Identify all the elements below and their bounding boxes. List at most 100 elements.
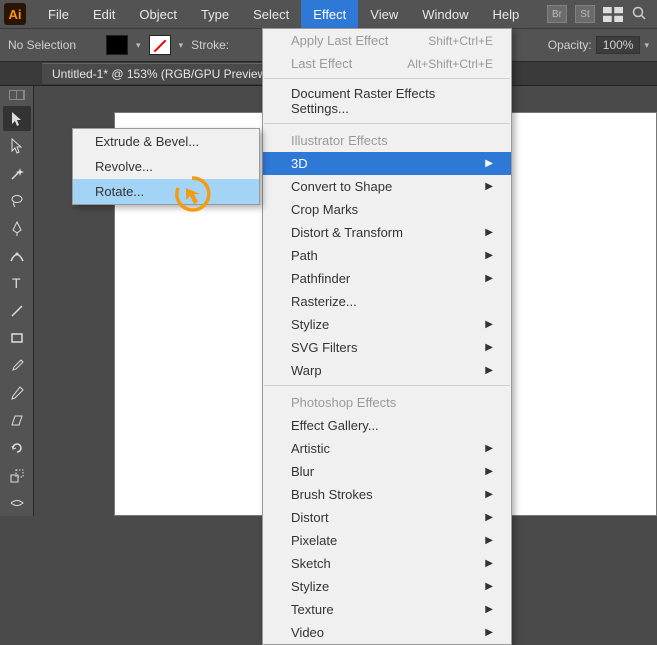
submenu-arrow-icon: ▶ [485,273,493,284]
menu-item-label: Video [291,625,324,640]
menu-rasterize[interactable]: Rasterize... [263,290,511,313]
menu-pixelate[interactable]: Pixelate ▶ [263,529,511,552]
curvature-tool[interactable] [3,243,31,268]
submenu-arrow-icon: ▶ [485,604,493,615]
submenu-3d: Extrude & Bevel... Revolve... Rotate... [72,128,260,205]
menu-pathfinder[interactable]: Pathfinder ▶ [263,267,511,290]
menu-file[interactable]: File [36,0,81,28]
submenu-arrow-icon: ▶ [485,535,493,546]
submenu-arrow-icon: ▶ [485,365,493,376]
submenu-arrow-icon: ▶ [485,443,493,454]
menu-apply-last-effect: Apply Last Effect Shift+Ctrl+E [263,29,511,52]
menu-blur[interactable]: Blur▶ [263,460,511,483]
effect-menu-dropdown: Apply Last Effect Shift+Ctrl+E Last Effe… [262,28,512,645]
menu-item-label: Pathfinder [291,271,350,286]
pencil-tool[interactable] [3,381,31,406]
menu-video[interactable]: Video ▶ [263,621,511,644]
submenu-arrow-icon: ▶ [485,342,493,353]
menu-item-label: Blur [291,464,314,479]
menu-shortcut: Shift+Ctrl+E [428,34,493,48]
lasso-tool[interactable] [3,188,31,213]
menu-raster-settings[interactable]: Document Raster Effects Settings... [263,82,511,120]
menu-convert-to-shape[interactable]: Convert to Shape ▶ [263,175,511,198]
menu-item-label: Brush Strokes [291,487,373,502]
menu-type[interactable]: Type [189,0,241,28]
fill-swatch[interactable] [106,35,128,55]
menu-object[interactable]: Object [127,0,189,28]
menu-view[interactable]: View [358,0,410,28]
menu-crop-marks[interactable]: Crop Marks [263,198,511,221]
menu-stylize-photoshop[interactable]: Stylize ▶ [263,575,511,598]
menu-heading-illustrator: Illustrator Effects [263,127,511,152]
menu-item-label: Apply Last Effect [291,33,388,48]
direct-selection-tool[interactable] [3,133,31,158]
opacity-label: Opacity: [548,38,592,52]
menu-item-label: Last Effect [291,56,352,71]
menu-item-label: Stylize [291,579,329,594]
stroke-label: Stroke: [191,38,229,52]
selection-status: No Selection [8,38,76,52]
width-tool[interactable] [3,491,31,516]
paintbrush-tool[interactable] [3,353,31,378]
pen-tool[interactable] [3,216,31,241]
menu-item-label: Distort & Transform [291,225,403,240]
menu-warp[interactable]: Warp ▶ [263,359,511,382]
menu-path[interactable]: Path ▶ [263,244,511,267]
menu-effect-gallery[interactable]: Effect Gallery... [263,414,511,437]
menu-item-label: Path [291,248,318,263]
opacity-value[interactable]: 100% [596,36,641,54]
menu-stylize-illustrator[interactable]: Stylize ▶ [263,313,511,336]
menu-select[interactable]: Select [241,0,301,28]
menu-3d[interactable]: 3D▶ [263,152,511,175]
menu-brush-strokes[interactable]: Brush Strokes▶ [263,483,511,506]
submenu-arrow-icon: ▶ [485,319,493,330]
submenu-arrow-icon: ▶ [485,181,493,192]
stock-icon[interactable]: St [575,5,595,23]
bridge-icon[interactable]: Br [547,5,567,23]
menu-artistic[interactable]: Artistic ▶ [263,437,511,460]
menu-item-label: Stylize [291,317,329,332]
menu-separator [264,385,510,386]
chevron-down-icon[interactable]: ▾ [179,40,184,51]
selection-tool[interactable] [3,106,31,131]
chevron-down-icon[interactable]: ▾ [136,40,141,51]
arrange-docs-icon[interactable] [603,5,623,23]
search-icon[interactable] [631,5,647,24]
submenu-arrow-icon: ▶ [485,512,493,523]
scale-tool[interactable] [3,463,31,488]
eraser-tool[interactable] [3,408,31,433]
menu-effect[interactable]: Effect [301,0,358,28]
menu-shortcut: Alt+Shift+Ctrl+E [407,57,493,71]
menu-item-label: Pixelate [291,533,337,548]
submenu-arrow-icon: ▶ [485,581,493,592]
menu-separator [264,123,510,124]
document-tab[interactable]: Untitled-1* @ 153% (RGB/GPU Preview) [42,63,280,84]
menu-texture[interactable]: Texture ▶ [263,598,511,621]
menu-item-label: Texture [291,602,334,617]
menu-item-label: Artistic [291,441,330,456]
menu-distort[interactable]: Distort▶ [263,506,511,529]
type-tool[interactable]: T [3,271,31,296]
rectangle-tool[interactable] [3,326,31,351]
submenu-arrow-icon: ▶ [485,627,493,638]
submenu-revolve[interactable]: Revolve... [73,154,259,179]
menu-bar: Ai File Edit Object Type Select Effect V… [0,0,657,28]
menu-edit[interactable]: Edit [81,0,127,28]
panel-toggle-icon[interactable] [9,90,25,100]
menu-svg-filters[interactable]: SVG Filters▶ [263,336,511,359]
submenu-extrude-bevel[interactable]: Extrude & Bevel... [73,129,259,154]
menu-distort-transform[interactable]: Distort & Transform ▶ [263,221,511,244]
menu-item-label: Convert to Shape [291,179,392,194]
submenu-arrow-icon: ▶ [485,250,493,261]
menu-sketch[interactable]: Sketch▶ [263,552,511,575]
menu-window[interactable]: Window [410,0,480,28]
menu-help[interactable]: Help [480,0,531,28]
stroke-swatch[interactable] [149,35,171,55]
menu-item-label: Warp [291,363,322,378]
line-tool[interactable] [3,298,31,323]
submenu-rotate[interactable]: Rotate... [73,179,259,204]
rotate-tool[interactable] [3,436,31,461]
chevron-down-icon[interactable]: ▾ [644,40,649,51]
magic-wand-tool[interactable] [3,161,31,186]
submenu-arrow-icon: ▶ [485,227,493,238]
